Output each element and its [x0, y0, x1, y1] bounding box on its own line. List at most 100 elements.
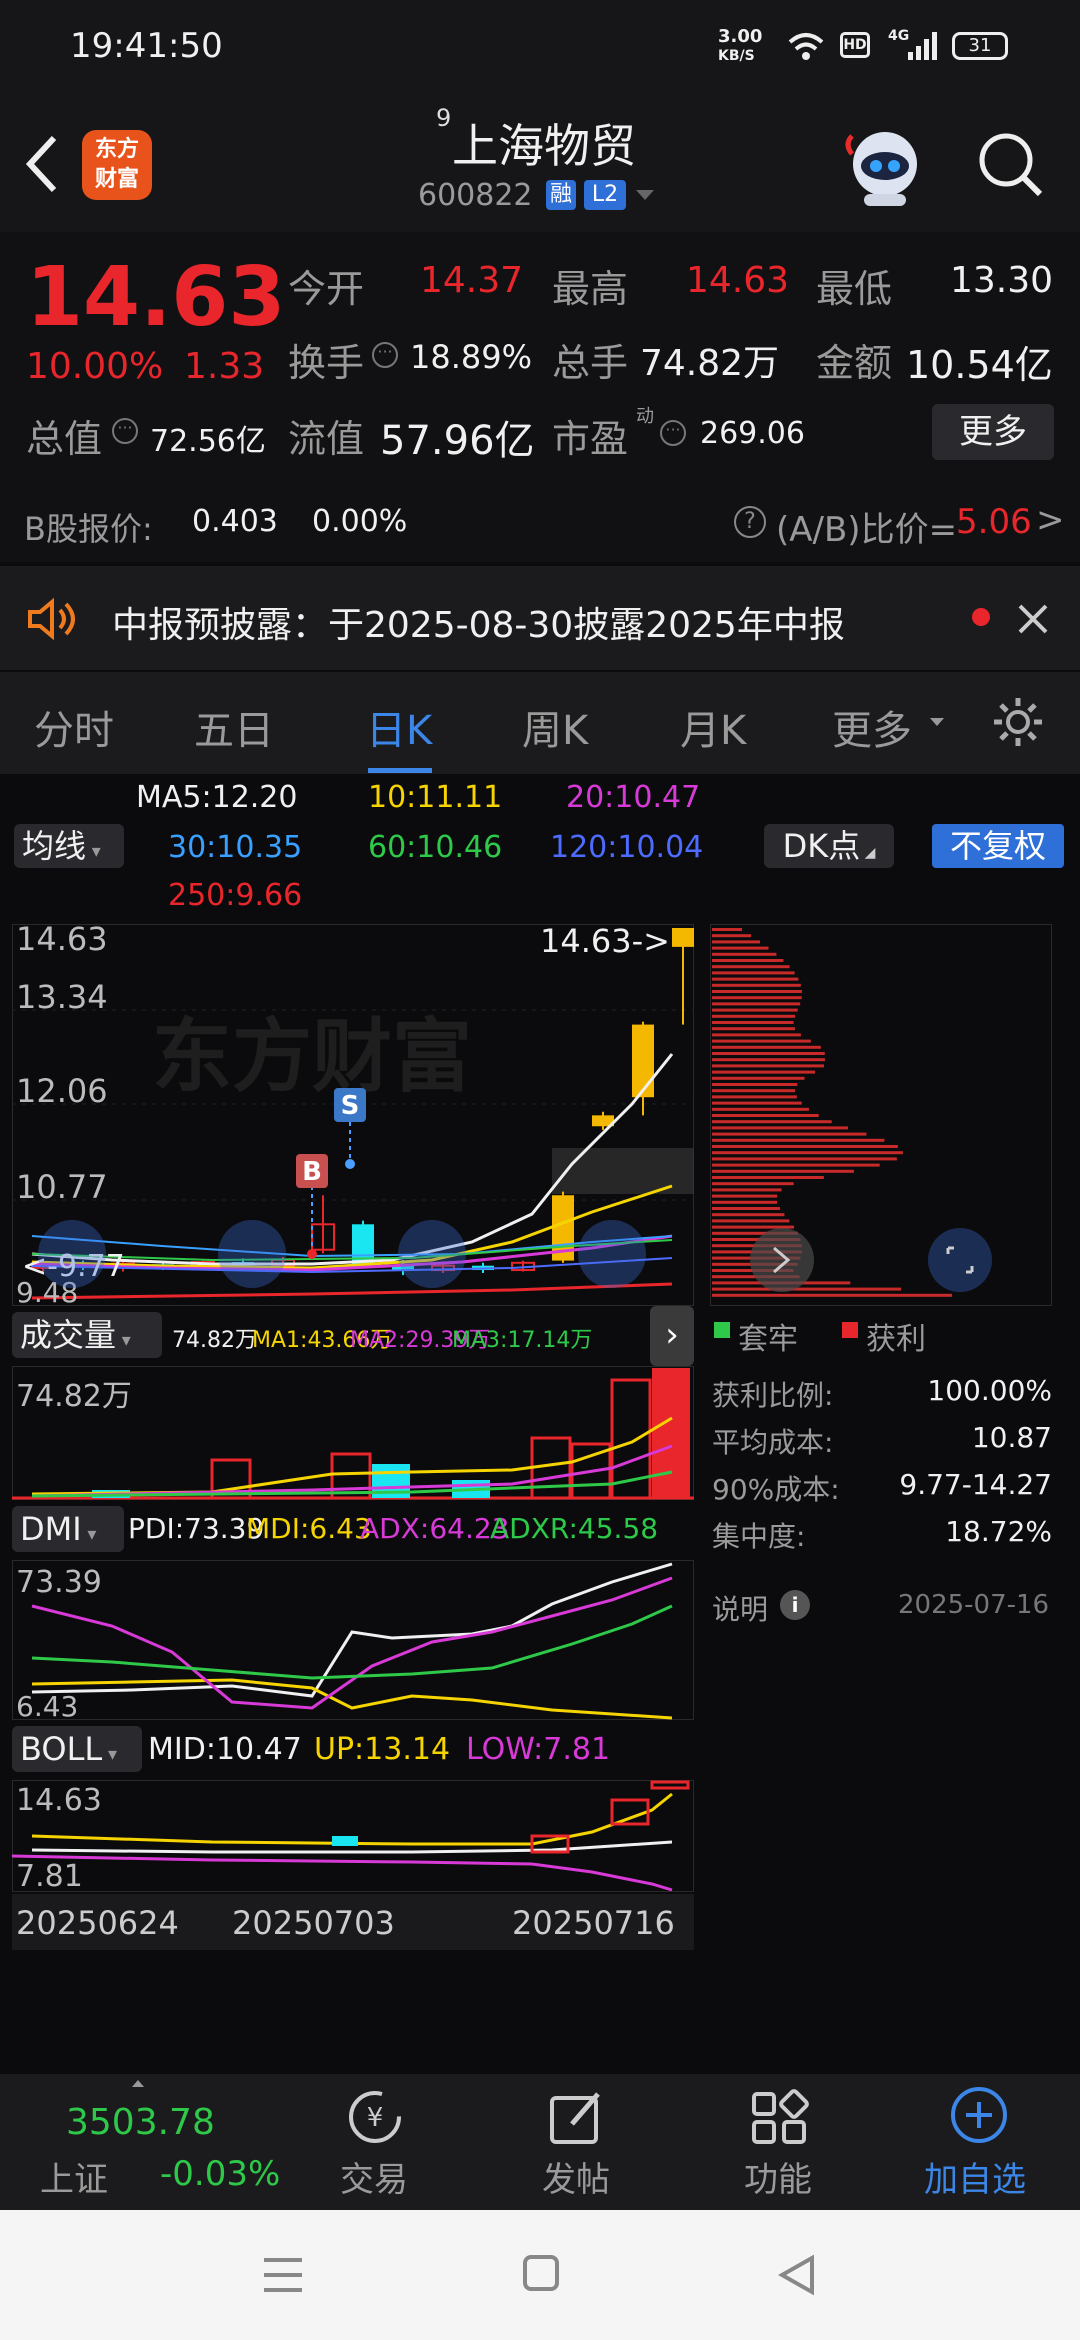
kline-y-2: 13.34 — [16, 978, 108, 1016]
stock-header: 东方 财富 9 上海物贸 600822 融 L2 — [0, 96, 1080, 232]
robot-assistant-icon[interactable] — [842, 124, 928, 210]
notice-count: 9 — [436, 104, 452, 132]
ma-selector[interactable]: 均线 ▾ — [14, 824, 124, 868]
ma120-label: 120:10.04 — [550, 830, 704, 865]
tab-weekly-k[interactable]: 周K — [522, 698, 588, 756]
volume-ma1-line — [31, 1416, 673, 1496]
add-watchlist-label[interactable]: 加自选 — [924, 2152, 1026, 2201]
chip-bar — [712, 983, 801, 987]
post-icon[interactable] — [546, 2088, 608, 2146]
volume-y-top: 74.82万 — [16, 1379, 132, 1414]
functions-label[interactable]: 功能 — [744, 2152, 812, 2201]
expand-button[interactable] — [928, 1228, 992, 1292]
chip-bar — [712, 1095, 797, 1099]
search-icon[interactable] — [976, 130, 1046, 200]
expand-up-icon[interactable] — [130, 2078, 146, 2088]
index-name[interactable]: 上证 — [40, 2152, 108, 2201]
last-price-pointer: 14.63-> — [540, 924, 670, 960]
turnover-info-icon[interactable]: ··· — [372, 342, 398, 368]
menu-icon[interactable] — [262, 2256, 304, 2294]
chip-bar — [712, 1126, 848, 1130]
stock-name: 上海物贸 — [452, 119, 636, 173]
trap-legend-label: 套牢 — [738, 1322, 798, 1357]
trap-legend-swatch — [714, 1322, 730, 1338]
post-label[interactable]: 发帖 — [542, 2152, 610, 2201]
add-watchlist-icon[interactable] — [948, 2084, 1010, 2146]
chip-note-label[interactable]: 说明 — [712, 1588, 768, 1628]
ab-ratio-value: 5.06 — [956, 502, 1032, 542]
chip-bar — [712, 1151, 903, 1155]
volume-selector[interactable]: 成交量 ▾ — [12, 1312, 162, 1358]
scroll-left-button[interactable] — [38, 1220, 106, 1288]
indicator-next-button[interactable]: › — [650, 1306, 694, 1366]
b-share-price: 0.403 — [192, 504, 278, 539]
pe-dynamic-mark: 动 — [636, 406, 654, 427]
chip-bar — [712, 1200, 778, 1204]
dk-point-button[interactable]: DK点 ◢ — [764, 824, 894, 868]
back-nav-icon[interactable] — [778, 2254, 816, 2296]
chip-distribution — [710, 924, 1052, 1306]
boll-selector[interactable]: BOLL ▾ — [12, 1726, 142, 1772]
pe-info-icon[interactable]: ··· — [660, 420, 686, 446]
volume-label: 总手 — [552, 341, 629, 385]
chip-bar — [712, 1002, 801, 1006]
chip-next-button[interactable] — [750, 1228, 814, 1292]
tab-intraday[interactable]: 分时 — [34, 698, 114, 756]
chip-bar — [712, 1163, 880, 1167]
ab-ratio-arrow: > — [1036, 500, 1065, 540]
low-label: 最低 — [816, 267, 893, 311]
home-icon[interactable] — [522, 2254, 560, 2292]
chip-bar — [712, 1083, 798, 1086]
bottom-toolbar: 3503.78 上证 -0.03% ¥ 交易 发帖 功能 加自选 — [0, 2074, 1080, 2210]
tab-more[interactable]: 更多 — [832, 698, 912, 756]
tab-five-day[interactable]: 五日 — [194, 698, 274, 756]
l2-badge[interactable]: L2 — [584, 180, 626, 210]
chip-bar — [712, 959, 784, 962]
high-value: 14.63 — [686, 260, 790, 301]
b-share-pct: 0.00% — [312, 504, 408, 539]
mktcap-info-icon[interactable]: ··· — [112, 418, 138, 444]
dmi-panel[interactable]: 73.39 6.43 — [12, 1560, 694, 1720]
profit-legend-swatch — [842, 1322, 858, 1338]
system-navigation — [0, 2210, 1080, 2340]
low-value: 13.30 — [950, 260, 1054, 301]
info-icon[interactable]: i — [780, 1590, 810, 1620]
zoom-out-button[interactable] — [218, 1220, 286, 1288]
boll-y-bottom: 7.81 — [16, 1859, 83, 1892]
change-percent: 10.00% — [26, 346, 164, 387]
chip-bar — [712, 1145, 898, 1148]
dropdown-triangle-icon[interactable] — [634, 188, 656, 202]
kline-panel[interactable]: 东方财富 S B 14.63 13.34 12.06 10.77 9.48 14… — [12, 924, 694, 1306]
index-value[interactable]: 3503.78 — [66, 2102, 215, 2143]
functions-grid-icon[interactable] — [748, 2088, 810, 2146]
volume-panel[interactable]: 74.82万 — [12, 1366, 694, 1500]
more-button[interactable]: 更多 — [932, 404, 1054, 460]
index-pct[interactable]: -0.03% — [160, 2154, 280, 2194]
b-share-label: B股报价: — [24, 510, 153, 548]
eastmoney-logo[interactable]: 东方 财富 — [82, 130, 152, 200]
unread-dot — [972, 608, 990, 626]
help-icon[interactable]: ? — [734, 506, 766, 538]
boll-low-line — [12, 1854, 673, 1892]
amount-value: 10.54亿 — [906, 343, 1053, 387]
settings-gear-icon[interactable] — [990, 694, 1046, 750]
dmi-selector[interactable]: DMI ▾ — [12, 1506, 124, 1552]
more-dropdown-icon[interactable] — [928, 716, 946, 728]
back-icon[interactable] — [22, 134, 62, 194]
b-share-row[interactable]: B股报价: 0.403 0.00% ? (A/B)比价= 5.06 > — [0, 478, 1080, 562]
trade-label[interactable]: 交易 — [340, 2152, 408, 2201]
boll-mid: MID:10.47 — [148, 1732, 302, 1767]
tab-daily-k[interactable]: 日K — [366, 698, 432, 756]
notice-banner[interactable]: 中报预披露：于2025-08-30披露2025年中报 — [0, 566, 1080, 670]
ma60-label: 60:10.46 — [368, 830, 503, 865]
zoom-in-button[interactable] — [398, 1220, 466, 1288]
chip-bars — [712, 928, 952, 1297]
scroll-right-button[interactable] — [578, 1220, 646, 1288]
adjust-button[interactable]: 不复权 — [932, 824, 1064, 868]
open-label: 今开 — [288, 267, 365, 311]
boll-panel[interactable]: 14.63 7.81 — [12, 1780, 694, 1892]
close-icon[interactable] — [1016, 602, 1050, 636]
dmi-adx: ADX:64.23 — [360, 1512, 510, 1545]
trade-icon[interactable]: ¥ — [344, 2088, 406, 2146]
tab-monthly-k[interactable]: 月K — [680, 698, 746, 756]
